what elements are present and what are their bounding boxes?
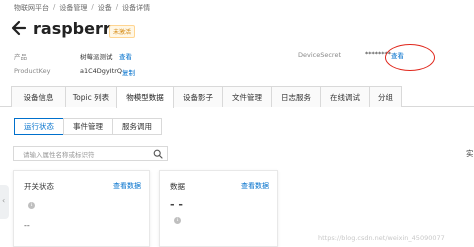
property-card-title: 数据 [170, 182, 185, 191]
info-icon: i [174, 217, 181, 224]
device-name: raspberry [33, 19, 122, 38]
search-placeholder: 请输入属性名称或标识符 [23, 151, 95, 159]
right-cut-text: 实 [466, 149, 474, 158]
search-input[interactable]: 请输入属性名称或标识符 [13, 146, 168, 161]
devicesecret-label: DeviceSecret [298, 51, 342, 59]
watermark: https://blog.csdn.net/weixin_45090077 [318, 234, 445, 242]
tab-topic-list[interactable]: Topic 列表 [65, 86, 117, 107]
productkey-copy-link[interactable]: 复制 [122, 67, 135, 77]
sidebar-toggle-handle[interactable]: ‹ [0, 185, 9, 219]
breadcrumb-item-device[interactable]: 设备 [98, 3, 112, 13]
productkey-value: a1C4DgyItrQ [80, 67, 123, 75]
view-data-link[interactable]: 查看数据 [241, 181, 269, 191]
breadcrumb: 物联网平台 / 设备管理 / 设备 / 设备详情 [14, 3, 150, 13]
tab-device-shadow[interactable]: 设备影子 [173, 86, 223, 107]
chevron-left-icon: ‹ [2, 196, 6, 205]
breadcrumb-item-device-detail: 设备详情 [122, 4, 151, 12]
view-data-link[interactable]: 查看数据 [113, 181, 141, 191]
info-icon: i [28, 202, 35, 209]
search-icon[interactable] [153, 149, 163, 159]
back-arrow-icon[interactable] [11, 19, 27, 37]
product-value: 树莓派测试 [80, 53, 113, 61]
status-badge: 未激活 [109, 25, 136, 38]
property-value: - - [170, 198, 183, 211]
property-card: 数据 查看数据 - - i [159, 170, 278, 247]
subtab-running-status[interactable]: 运行状态 [14, 118, 64, 135]
productkey-label: ProductKey [14, 67, 51, 75]
tab-device-info[interactable]: 设备信息 [11, 86, 66, 107]
subtab-event-management[interactable]: 事件管理 [63, 118, 113, 135]
tab-file-management[interactable]: 文件管理 [222, 86, 272, 107]
tab-thing-model-data[interactable]: 物模型数据 [116, 86, 174, 108]
breadcrumb-item-iot-platform[interactable]: 物联网平台 [14, 3, 49, 13]
breadcrumb-separator: / [115, 3, 119, 11]
property-card: 开关状态 查看数据 i -- [13, 170, 150, 247]
subtab-service-call[interactable]: 服务调用 [112, 118, 162, 135]
tab-log-service[interactable]: 日志服务 [271, 86, 321, 107]
breadcrumb-separator: / [91, 3, 94, 11]
annotation-circle [385, 44, 435, 71]
product-label: 产品 [14, 53, 27, 61]
breadcrumb-item-device-management[interactable]: 设备管理 [59, 3, 87, 13]
tab-online-debug[interactable]: 在线调试 [320, 86, 370, 107]
tab-group[interactable]: 分组 [369, 86, 402, 107]
property-value: -- [24, 221, 30, 230]
breadcrumb-separator: / [53, 3, 56, 11]
product-view-link[interactable]: 查看 [119, 51, 132, 61]
property-card-title: 开关状态 [24, 182, 54, 191]
